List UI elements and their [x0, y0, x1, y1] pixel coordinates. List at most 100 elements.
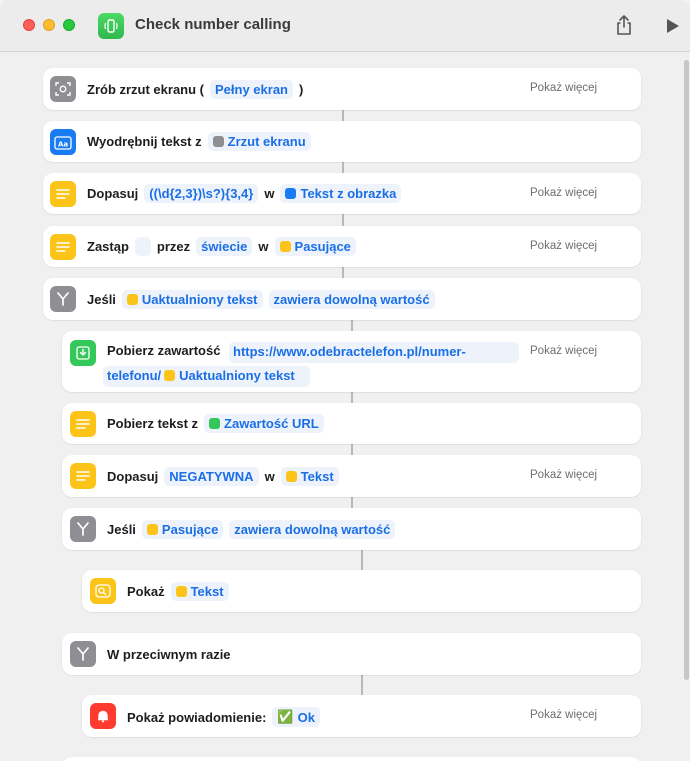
flow-connector [342, 213, 344, 227]
action-next-partial[interactable] [62, 757, 641, 761]
action-if[interactable]: Jeśli Pasujące zawiera dowolną wartość [62, 508, 641, 550]
variable-icon [126, 294, 138, 305]
variable-icon [164, 370, 176, 381]
camera-icon [50, 76, 76, 102]
minimize-window-button[interactable] [43, 19, 55, 31]
text-recognition-icon: Aa [50, 129, 76, 155]
show-more-link[interactable]: Pokaż więcej [530, 709, 597, 721]
variable-icon [175, 586, 187, 597]
action-match-text[interactable]: Dopasuj NEGATYWNA w Tekst Pokaż więcej [62, 455, 641, 497]
replacement-token[interactable]: świecie [196, 237, 253, 256]
show-more-link[interactable]: Pokaż więcej [530, 187, 597, 199]
action-get-url-contents[interactable]: Pobierz zawartość https://www.odebractel… [62, 331, 641, 392]
screenshot-variable-icon [212, 136, 224, 147]
condition-variable-token[interactable]: Pasujące [141, 520, 224, 539]
url-text-line2: telefonu/ [107, 368, 162, 383]
branch-icon [70, 516, 96, 542]
text-lines-icon [70, 411, 96, 437]
regex-pattern-token[interactable]: ((\d{2,3})\s?){3,4} [144, 184, 259, 203]
variable-icon [285, 471, 297, 482]
action-label: Pobierz zawartość [107, 343, 221, 358]
zoom-window-button[interactable] [63, 19, 75, 31]
match-pattern-token[interactable]: NEGATYWNA [164, 467, 259, 486]
action-label-in: w [264, 469, 275, 484]
action-label: Jeśli [107, 522, 136, 537]
notification-body-token[interactable]: ✅ Ok [272, 707, 320, 727]
gettext-source-token[interactable]: Zawartość URL [204, 414, 324, 433]
quick-look-icon [90, 578, 116, 604]
action-label: Pokaż [127, 584, 165, 599]
action-label: Dopasuj [107, 469, 159, 484]
action-label-with: przez [156, 239, 191, 254]
action-show-notification[interactable]: Pokaż powiadomienie: ✅ Ok Pokaż więcej [82, 695, 641, 737]
action-get-text[interactable]: Pobierz tekst z Zawartość URL [62, 403, 641, 444]
branch-icon [50, 286, 76, 312]
shortcut-phone-icon[interactable] [98, 13, 124, 39]
find-text-token[interactable] [134, 237, 151, 256]
action-match-text[interactable]: Dopasuj ((\d{2,3})\s?){3,4} w Tekst z ob… [43, 173, 641, 214]
check-mark-emoji: ✅ [277, 709, 294, 724]
token-text: Tekst z obrazka [300, 186, 397, 201]
flow-connector [361, 549, 363, 571]
bell-icon [90, 703, 116, 729]
svg-text:Aa: Aa [58, 141, 68, 149]
action-label: Pobierz tekst z [107, 416, 199, 431]
action-label: Dopasuj [87, 186, 139, 201]
scrollbar[interactable] [684, 60, 689, 680]
screenshot-mode-token[interactable]: Pełny ekran [210, 80, 294, 99]
close-window-button[interactable] [23, 19, 35, 31]
window-title: Check number calling [135, 16, 291, 33]
show-more-link[interactable]: Pokaż więcej [530, 82, 597, 94]
run-icon[interactable] [666, 18, 680, 34]
token-text: Uaktualniony tekst [179, 368, 295, 383]
variable-icon [146, 524, 158, 535]
action-label-in: w [264, 186, 275, 201]
title-bar: Check number calling [0, 0, 690, 52]
branch-icon [70, 641, 96, 667]
show-more-link[interactable]: Pokaż więcej [530, 345, 597, 357]
action-label: Wyodrębnij tekst z [87, 134, 202, 149]
token-text: Tekst [300, 469, 334, 484]
action-label: Jeśli [87, 292, 116, 307]
action-screenshot[interactable]: Zrób zrzut ekranu ( Pełny ekran ) Pokaż … [43, 68, 641, 110]
token-text: Uaktualniony tekst [141, 292, 258, 307]
token-text: Ok [297, 709, 315, 725]
text-lines-icon [50, 181, 76, 207]
match-source-token[interactable]: Tekst [280, 467, 339, 486]
text-lines-icon [50, 234, 76, 260]
show-more-link[interactable]: Pokaż więcej [530, 469, 597, 481]
replace-source-token[interactable]: Pasujące [274, 237, 356, 256]
match-source-token[interactable]: Tekst z obrazka [280, 184, 402, 203]
show-variable-token[interactable]: Tekst [170, 582, 229, 601]
share-icon[interactable] [614, 14, 634, 36]
condition-variable-token[interactable]: Uaktualniony tekst [121, 290, 263, 309]
action-label-close: ) [299, 82, 304, 97]
action-show-result[interactable]: Pokaż Tekst [82, 570, 641, 612]
action-label: Pokaż powiadomienie: [127, 709, 267, 725]
action-label: Zastąp [87, 239, 129, 254]
token-text: Zawartość URL [224, 416, 319, 431]
action-if[interactable]: Jeśli Uaktualniony tekst zawiera dowolną… [43, 278, 641, 320]
text-lines-icon [70, 463, 96, 489]
action-otherwise[interactable]: W przeciwnym razie [62, 633, 641, 675]
token-text: Pasujące [161, 522, 219, 537]
variable-icon [209, 418, 221, 429]
action-extract-text[interactable]: Aa Wyodrębnij tekst z Zrzut ekranu [43, 121, 641, 162]
action-label-in: w [258, 239, 269, 254]
action-label: Zrób zrzut ekranu ( [87, 82, 205, 97]
variable-icon [279, 241, 291, 252]
token-text: Pasujące [294, 239, 351, 254]
token-text: Zrzut ekranu [227, 134, 306, 149]
extract-source-token[interactable]: Zrzut ekranu [207, 132, 311, 151]
show-more-link[interactable]: Pokaż więcej [530, 240, 597, 252]
action-label: W przeciwnym razie [107, 647, 231, 662]
flow-connector [361, 675, 363, 696]
condition-operator-token[interactable]: zawiera dowolną wartość [268, 290, 435, 309]
download-icon [70, 340, 96, 366]
url-text-line1: https://www.odebractelefon.pl/numer- [233, 344, 466, 359]
variable-icon [285, 188, 297, 199]
condition-operator-token[interactable]: zawiera dowolną wartość [229, 520, 396, 539]
shortcuts-window: Check number calling Zrób zrzut ekranu (… [0, 0, 690, 761]
action-replace-text[interactable]: Zastąp przez świecie w Pasujące Pokaż wi… [43, 226, 641, 267]
token-text: Tekst [190, 584, 224, 599]
